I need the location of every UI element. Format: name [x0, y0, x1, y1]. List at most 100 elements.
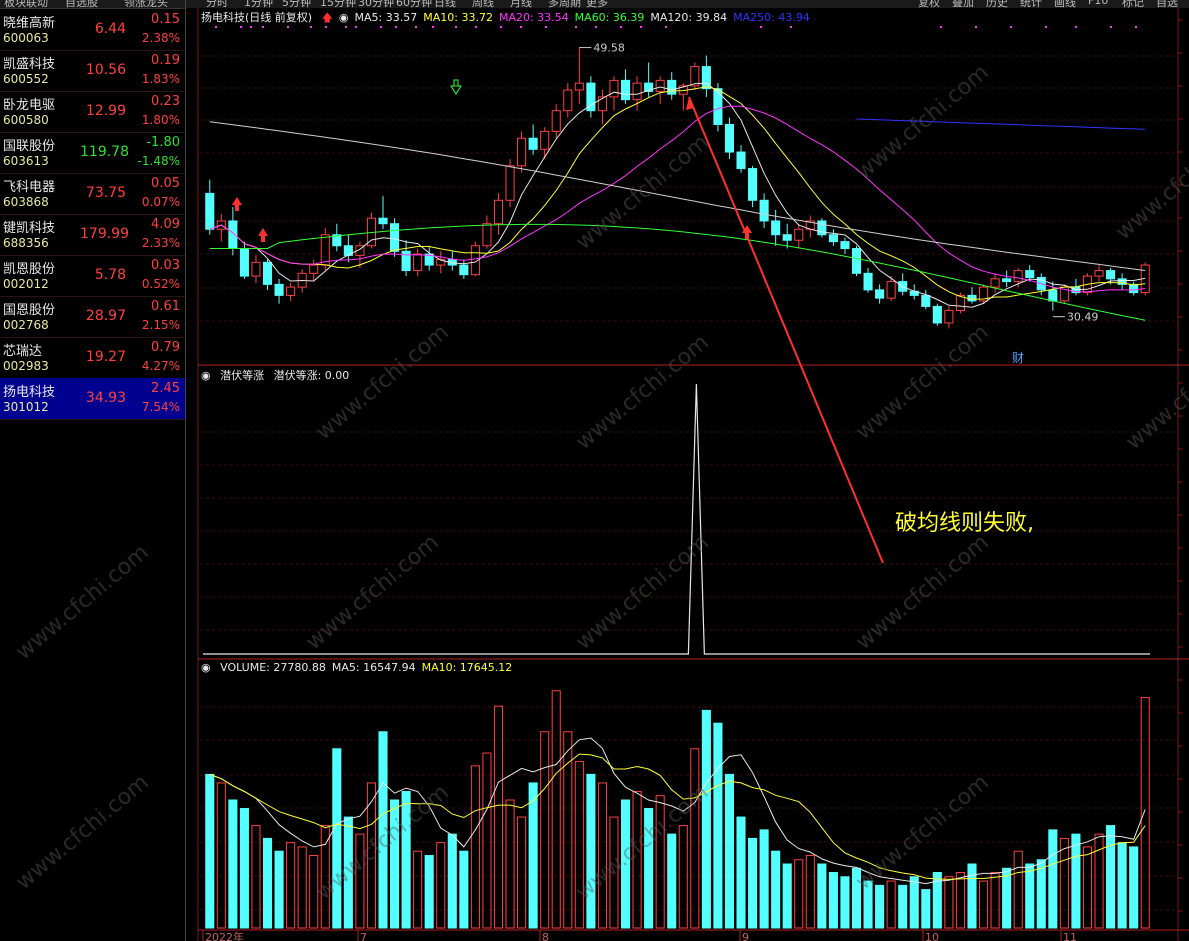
volume-toggle-icon[interactable]: ◉ [201, 661, 211, 674]
signal-dot [1135, 26, 1137, 28]
volume-bar [990, 872, 1000, 929]
candle-body [251, 261, 261, 277]
candle-body [320, 234, 330, 266]
candle-body [840, 241, 850, 250]
volume-bar [955, 872, 965, 929]
annotation-text: 破均线则失败, [895, 511, 1034, 536]
candle-body [828, 234, 838, 243]
ma5-line [209, 82, 1146, 308]
candle-body [667, 79, 677, 95]
chart-canvas[interactable]: 49.58 30.49 财 2022年 7 8 9 10 11 [0, 0, 1189, 941]
candle-body [794, 228, 804, 241]
buy-arrow-icon-stem [235, 205, 239, 211]
volume-bar [597, 782, 607, 929]
candle-body [517, 137, 527, 167]
candle-body [390, 223, 400, 252]
volume-bar [1013, 850, 1023, 929]
volume-bar [851, 867, 862, 929]
volume-bar [828, 872, 838, 929]
volume-bar [355, 833, 365, 929]
candle-body [274, 283, 284, 296]
candle-body [574, 82, 584, 91]
candle-body [1106, 270, 1116, 280]
volume-bar [493, 705, 504, 929]
indicator-title: 潜伏等涨 [220, 369, 265, 382]
volume-bar [979, 880, 989, 929]
volume-bar [482, 752, 492, 929]
volume-bar [805, 854, 815, 929]
volume-bar [1025, 863, 1035, 929]
volume-bar [517, 816, 527, 929]
buy-arrow-icon-stem [261, 236, 265, 242]
volume-bar [586, 773, 596, 929]
volume-label: VOLUME: 27780.88 [220, 661, 326, 674]
volume-bar [609, 816, 619, 929]
volume-bar [736, 816, 746, 929]
finance-event-marker: 财 [1012, 351, 1024, 365]
signal-dot [1045, 26, 1047, 28]
candle-body [540, 130, 550, 150]
volume-bar [459, 850, 469, 929]
volume-bar [262, 837, 273, 929]
candle-body [1129, 283, 1139, 294]
volume-bar [239, 808, 249, 929]
ma20-line [209, 105, 1146, 293]
candle-body [990, 278, 1000, 288]
volume-bar [713, 722, 723, 929]
volume-bar [655, 795, 665, 929]
volume-bar [343, 816, 353, 929]
candle-body [309, 264, 319, 274]
candle-body [286, 286, 296, 296]
volume-bar [644, 808, 654, 929]
volume-bar [309, 854, 319, 929]
volume-bar [470, 765, 480, 929]
low-price-label: 30.49 [1067, 311, 1099, 324]
x-axis-label: 9 [742, 931, 749, 941]
candle-body [863, 272, 873, 291]
x-axis-label: 2022年 [205, 930, 244, 941]
volume-bar [944, 876, 954, 929]
settings-icon[interactable]: ◉ [339, 11, 349, 24]
chart-title: 扬电科技(日线 前复权) [201, 11, 313, 24]
indicator-header: ◉ 潜伏等涨 潜伏等涨: 0.00 [201, 367, 355, 383]
volume-bar [274, 850, 284, 929]
candle-body [713, 88, 723, 125]
volume-bar [678, 825, 688, 929]
ma60-line [209, 223, 1146, 321]
volume-bar [771, 850, 781, 929]
volume-bar [540, 731, 550, 929]
volume-bar [320, 825, 330, 929]
candle-body [748, 168, 758, 201]
volume-bar [390, 799, 400, 929]
volume-bar [875, 884, 885, 929]
candle-body [921, 294, 931, 307]
signal-dot [1110, 26, 1112, 28]
volume-bar [297, 846, 307, 929]
ma-label: MA10: 33.72 [423, 11, 493, 24]
volume-bar [620, 799, 631, 929]
volume-bar [1048, 829, 1058, 929]
signal-dot [975, 26, 977, 28]
volume-bar [886, 880, 896, 929]
candle-body [239, 248, 249, 277]
volume-bar [574, 761, 584, 929]
candle-body [551, 110, 561, 132]
candle-body [413, 253, 423, 272]
volume-bar [1106, 825, 1116, 929]
indicator-toggle-icon[interactable]: ◉ [201, 369, 211, 382]
volume-bar [447, 833, 457, 929]
candle-body [505, 165, 515, 201]
volume-bar [228, 799, 238, 929]
candle-body [875, 289, 885, 299]
x-axis-label: 11 [1063, 931, 1077, 941]
candle-body [597, 96, 607, 112]
candle-body [228, 220, 238, 250]
ma-label: MA250: 43.94 [733, 11, 810, 24]
volume-bar [378, 731, 388, 929]
candle-body [690, 66, 700, 87]
volume-header: ◉ VOLUME: 27780.88 MA5: 16547.94 MA10: 176… [201, 661, 524, 674]
volume-bar [921, 889, 931, 929]
sell-arrow-icon [450, 85, 462, 95]
candle-body [736, 151, 746, 170]
candle-body [482, 223, 492, 247]
